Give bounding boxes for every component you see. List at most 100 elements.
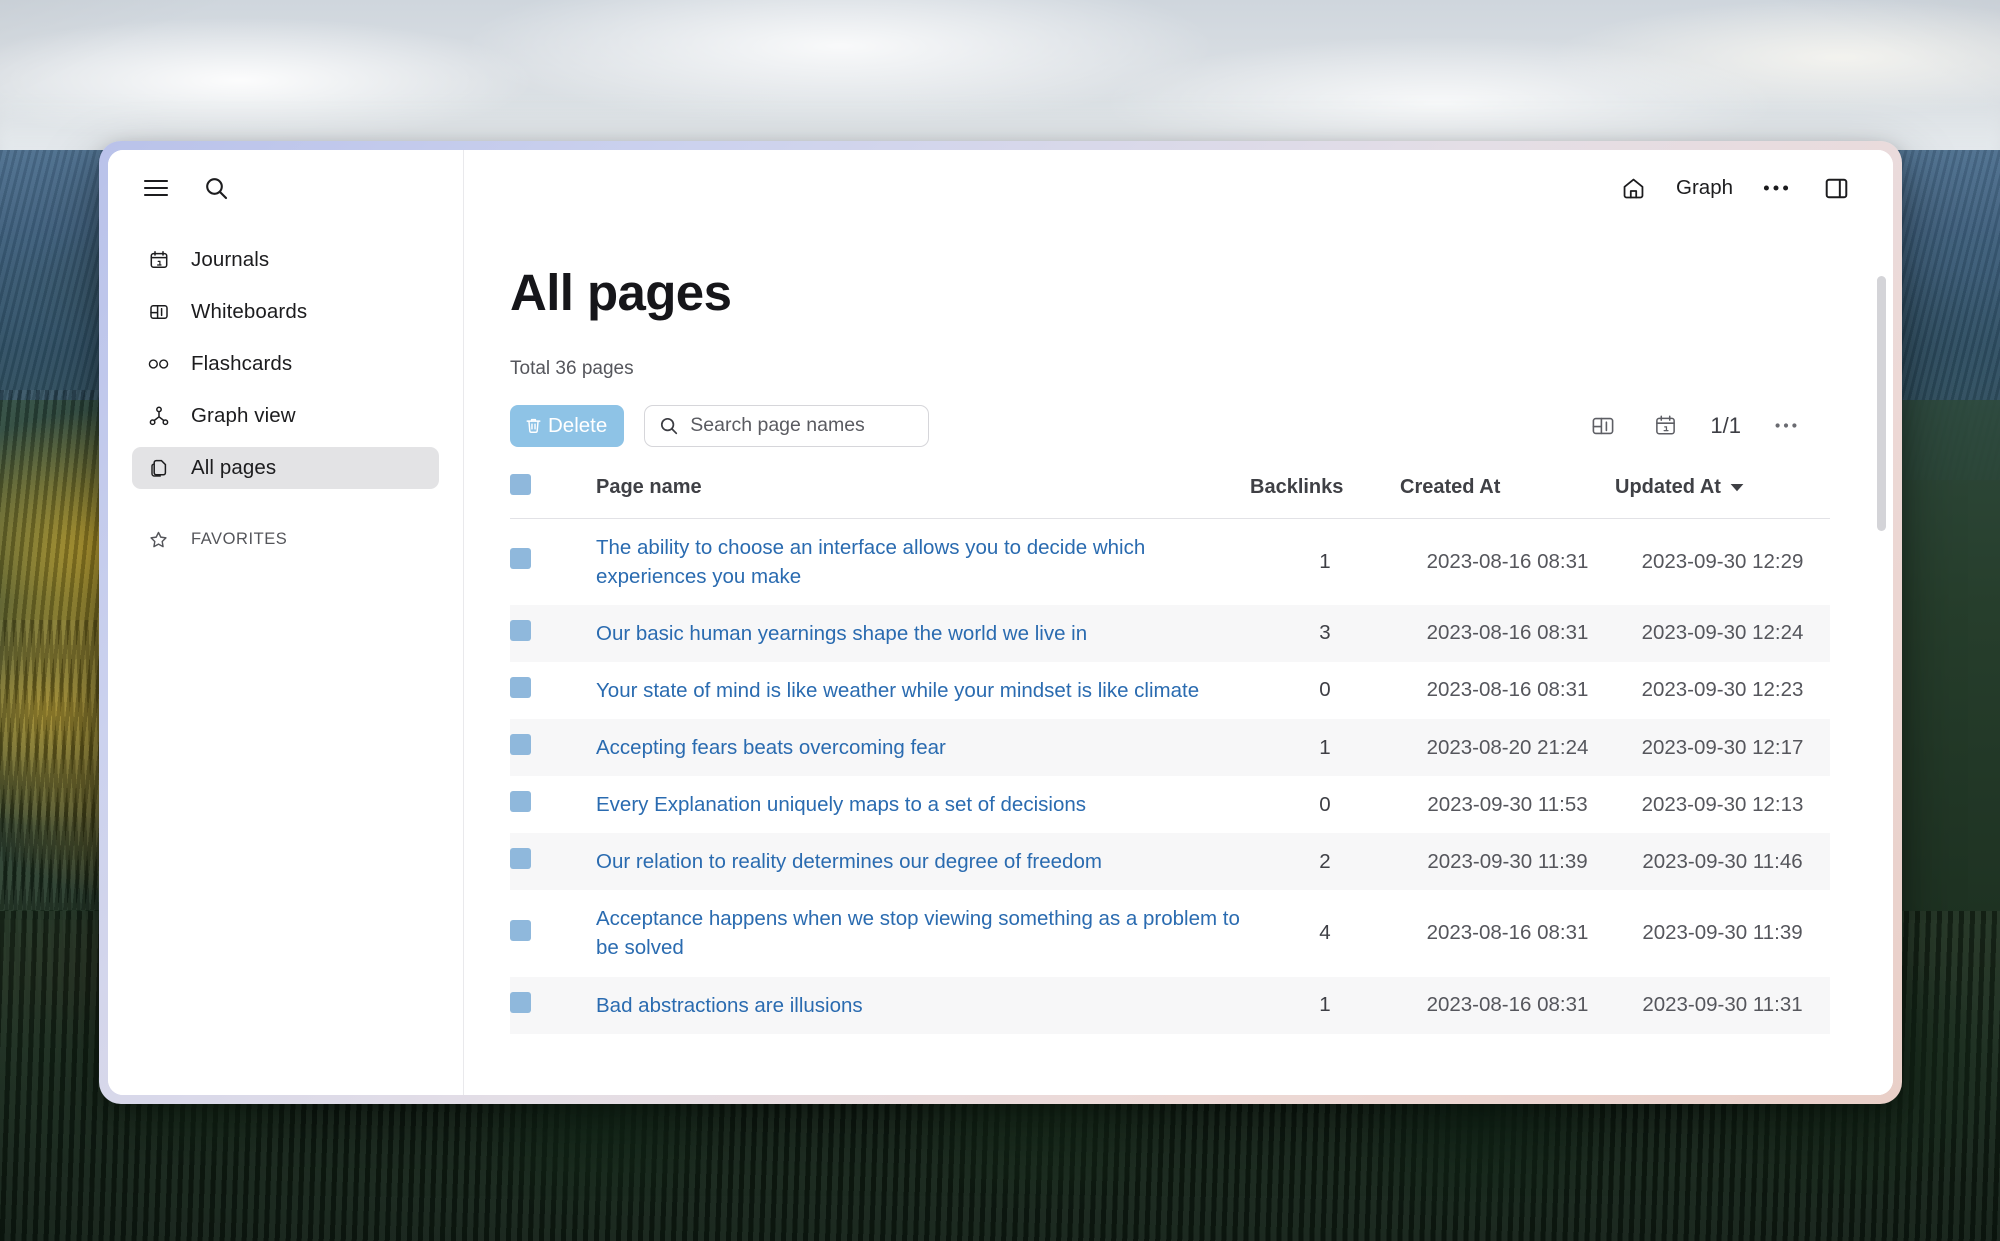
search-input[interactable] <box>690 414 915 438</box>
favorites-header[interactable]: FAVORITES <box>132 522 439 556</box>
search-page-names-box[interactable] <box>644 404 930 447</box>
table-row[interactable]: Accepting fears beats overcoming fear 1 20… <box>510 718 1830 777</box>
app-window: Journals Whiteboards Flashcards Graph vi… <box>99 141 1902 1104</box>
calendar-icon <box>148 250 169 271</box>
page-name-cell: Bad abstractions are illusions <box>596 977 1250 1034</box>
trash-icon <box>524 416 543 435</box>
page-link[interactable]: The ability to choose an interface allow… <box>596 533 1250 591</box>
main-content: Graph All pages Total 36 pages Delete Se… <box>464 150 1893 1095</box>
table-row[interactable]: Acceptance happens when we stop viewing … <box>510 890 1830 976</box>
calendar-icon[interactable] <box>1648 409 1682 443</box>
row-checkbox[interactable] <box>510 676 531 698</box>
table-body: The ability to choose an interface allow… <box>510 518 1830 1034</box>
sidebar-item-label: All pages <box>191 456 277 479</box>
table-row[interactable]: Every Explanation uniquely maps to a set… <box>510 776 1830 833</box>
sidebar-item-journals[interactable]: Journals <box>132 239 439 281</box>
toolbar-right-actions: 1/1 <box>1586 409 1825 443</box>
page-link[interactable]: Your state of mind is like weather while… <box>596 676 1199 705</box>
row-checkbox[interactable] <box>510 919 531 941</box>
chevron-down-icon <box>1730 483 1744 492</box>
updated-at-cell: 2023-09-30 12:13 <box>1641 792 1804 816</box>
desktop-wallpaper: Journals Whiteboards Flashcards Graph vi… <box>0 0 2000 1241</box>
page-link[interactable]: Every Explanation uniquely maps to a set… <box>596 790 1086 819</box>
table-row[interactable]: The ability to choose an interface allow… <box>510 518 1830 605</box>
page-toolbar: Delete Search page names 1/1 <box>510 404 1825 447</box>
page-link[interactable]: Bad abstractions are illusions <box>596 991 863 1020</box>
favorites-section: FAVORITES <box>108 522 463 556</box>
sidebar-item-label: Journals <box>191 248 270 271</box>
ellipsis-icon[interactable] <box>1759 171 1793 205</box>
app-window-content: Journals Whiteboards Flashcards Graph vi… <box>108 150 1893 1095</box>
page-name-cell: Accepting fears beats overcoming fear <box>596 719 1250 776</box>
backlinks-cell: 1 <box>1319 735 1331 759</box>
select-all-checkbox[interactable] <box>510 473 531 495</box>
page-name-cell: Acceptance happens when we stop viewing … <box>596 890 1250 976</box>
whiteboard-icon <box>148 302 169 323</box>
backlinks-cell: 1 <box>1319 549 1331 573</box>
page-body: All pages Total 36 pages Delete Search p… <box>464 226 1893 1034</box>
graph-button[interactable]: Graph <box>1676 176 1733 200</box>
created-at-cell: 2023-08-16 08:31 <box>1426 678 1589 702</box>
row-checkbox-cell <box>510 890 596 976</box>
right-sidebar-toggle-icon[interactable] <box>1819 171 1853 205</box>
page-link[interactable]: Acceptance happens when we stop viewing … <box>596 904 1250 962</box>
page-link[interactable]: Our basic human yearnings shape the worl… <box>596 619 1087 648</box>
row-checkbox[interactable] <box>510 619 531 641</box>
column-header-updated-at[interactable]: Updated At <box>1615 473 1830 519</box>
backlinks-cell: 0 <box>1319 792 1331 816</box>
row-checkbox-cell <box>510 833 596 890</box>
column-header-page-name[interactable]: Page name <box>596 473 1250 519</box>
hamburger-menu-icon[interactable] <box>139 171 173 205</box>
row-checkbox[interactable] <box>510 734 531 756</box>
backlinks-cell: 1 <box>1319 993 1331 1017</box>
row-checkbox-cell <box>510 977 596 1034</box>
sidebar-item-all-pages[interactable]: All pages <box>132 447 439 489</box>
updated-at-cell: 2023-09-30 12:23 <box>1641 678 1804 702</box>
page-name-cell: Your state of mind is like weather while… <box>596 662 1250 719</box>
sidebar-item-label: Whiteboards <box>191 300 308 323</box>
created-at-cell: 2023-08-16 08:31 <box>1426 921 1589 945</box>
delete-button[interactable]: Delete <box>510 404 625 447</box>
page-name-cell: The ability to choose an interface allow… <box>596 518 1250 605</box>
row-checkbox[interactable] <box>510 548 531 570</box>
table-row[interactable]: Your state of mind is like weather while… <box>510 662 1830 719</box>
whiteboard-icon[interactable] <box>1586 409 1620 443</box>
graph-icon <box>148 406 169 427</box>
page-link[interactable]: Accepting fears beats overcoming fear <box>596 733 946 762</box>
pagination-indicator: 1/1 <box>1710 412 1741 438</box>
row-checkbox-cell <box>510 662 596 719</box>
page-link[interactable]: Our relation to reality determines our d… <box>596 847 1102 876</box>
updated-at-cell: 2023-09-30 11:31 <box>1642 993 1803 1017</box>
created-at-cell: 2023-08-16 08:31 <box>1426 549 1589 573</box>
page-name-cell: Our relation to reality determines our d… <box>596 833 1250 890</box>
backlinks-cell: 0 <box>1319 678 1331 702</box>
table-row[interactable]: Bad abstractions are illusions 1 2023-08-1… <box>510 976 1830 1034</box>
column-header-backlinks[interactable]: Backlinks <box>1250 473 1400 519</box>
sidebar-item-flashcards[interactable]: Flashcards <box>132 343 439 385</box>
created-at-cell: 2023-09-30 11:53 <box>1427 792 1588 816</box>
content-bottom-fade <box>464 1087 1893 1095</box>
row-checkbox-cell <box>510 719 596 776</box>
created-at-cell: 2023-08-20 21:24 <box>1426 735 1589 759</box>
search-icon[interactable] <box>199 171 233 205</box>
table-header-row: Page name Backlinks Created At Updated A… <box>510 473 1830 519</box>
updated-at-cell: 2023-09-30 11:39 <box>1642 921 1803 945</box>
table-row[interactable]: Our basic human yearnings shape the worl… <box>510 604 1830 662</box>
row-checkbox[interactable] <box>510 848 531 870</box>
infinity-icon <box>148 354 169 375</box>
total-pages-count: Total 36 pages <box>510 357 634 379</box>
delete-button-label: Delete <box>548 413 608 437</box>
ellipsis-icon[interactable] <box>1769 409 1803 443</box>
sidebar-item-whiteboards[interactable]: Whiteboards <box>132 291 439 333</box>
sidebar-item-graph-view[interactable]: Graph view <box>132 395 439 437</box>
row-checkbox[interactable] <box>510 791 531 813</box>
vertical-scrollbar[interactable] <box>1877 276 1886 531</box>
row-checkbox-cell <box>510 605 596 662</box>
home-icon[interactable] <box>1616 171 1650 205</box>
column-header-created-at[interactable]: Created At <box>1400 473 1615 519</box>
select-all-header <box>510 473 596 519</box>
updated-at-cell: 2023-09-30 12:17 <box>1641 735 1804 759</box>
created-at-cell: 2023-08-16 08:31 <box>1426 993 1589 1017</box>
row-checkbox[interactable] <box>510 991 531 1013</box>
table-row[interactable]: Our relation to reality determines our d… <box>510 833 1830 891</box>
